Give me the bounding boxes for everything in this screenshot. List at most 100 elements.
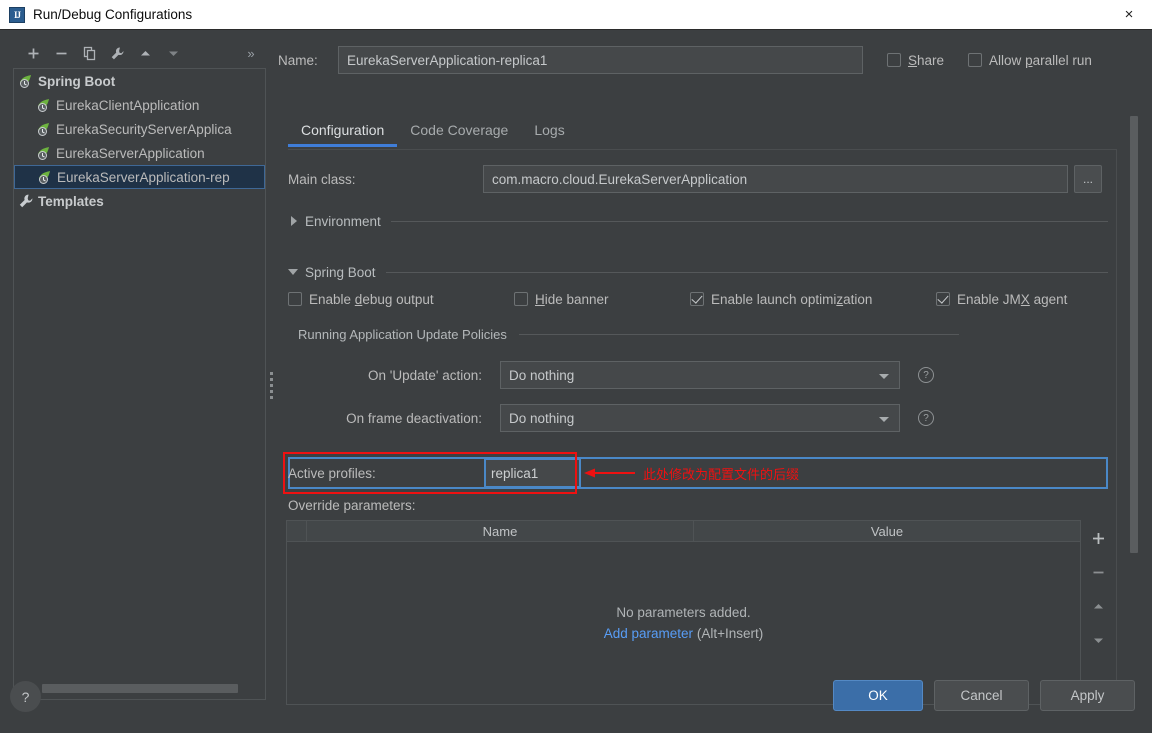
minus-icon[interactable] — [47, 40, 75, 66]
help-button[interactable]: ? — [10, 681, 41, 712]
tabs-divider — [288, 149, 1116, 150]
checkbox-box — [936, 292, 950, 306]
on-update-action-row: On 'Update' action: Do nothing ? — [298, 361, 1108, 389]
enable-launch-optimization-label: Enable launch optimization — [711, 292, 872, 307]
add-parameter-hint: (Alt+Insert) — [697, 626, 763, 641]
panel-splitter-handle[interactable] — [268, 360, 274, 410]
tree-group-spring-boot[interactable]: Spring Boot — [14, 69, 265, 93]
more-options-icon[interactable]: » — [240, 46, 262, 61]
tree-item-label: EurekaServerApplication-rep — [57, 170, 230, 185]
share-checkbox[interactable]: Share — [887, 53, 944, 68]
allow-parallel-run-checkbox[interactable]: Allow parallel run — [968, 53, 1092, 68]
close-icon[interactable]: × — [1106, 0, 1152, 29]
window-title-bar: IJ Run/Debug Configurations × — [0, 0, 1152, 29]
enable-debug-output-checkbox[interactable]: Enable debug output — [288, 292, 514, 307]
spring-boot-options-row: Enable debug output Hide banner Enable l… — [288, 288, 1116, 310]
add-parameter-link[interactable]: Add parameter — [604, 626, 693, 641]
cancel-button[interactable]: Cancel — [934, 680, 1029, 711]
table-gutter-column — [287, 521, 307, 541]
on-frame-deactivation-select[interactable]: Do nothing — [500, 404, 900, 432]
tree-item-eurekaserverapplication-replica1[interactable]: EurekaServerApplication-rep — [14, 165, 265, 189]
running-app-update-policies-label: Running Application Update Policies — [298, 327, 507, 342]
tree-item-eurekaserverapplication[interactable]: EurekaServerApplication — [14, 141, 265, 165]
chevron-down-icon — [879, 417, 889, 422]
copy-icon[interactable] — [75, 40, 103, 66]
spring-boot-section-label: Spring Boot — [305, 265, 376, 280]
on-update-action-select[interactable]: Do nothing — [500, 361, 900, 389]
intellij-idea-icon: IJ — [9, 7, 25, 23]
enable-launch-optimization-checkbox[interactable]: Enable launch optimization — [690, 292, 936, 307]
configurations-sidebar: » Spring Boot — [13, 38, 266, 703]
configurations-tree[interactable]: Spring Boot EurekaClientApplication — [13, 68, 266, 700]
spring-boot-section-header[interactable]: Spring Boot — [288, 263, 1108, 281]
tree-item-eurekaclientapplication[interactable]: EurekaClientApplication — [14, 93, 265, 117]
move-parameter-down-button[interactable] — [1085, 628, 1111, 652]
move-parameter-up-button[interactable] — [1085, 594, 1111, 618]
dialog-footer: ? OK Cancel Apply — [0, 675, 1152, 733]
main-class-row: Main class: ... — [288, 164, 1116, 194]
spring-boot-icon — [18, 73, 34, 89]
spring-boot-icon — [36, 121, 52, 137]
override-parameters-label: Override parameters: — [288, 498, 416, 513]
environment-section-header[interactable]: Environment — [288, 212, 1108, 230]
editor-tabs: Configuration Code Coverage Logs — [288, 118, 1116, 150]
wrench-icon[interactable] — [103, 40, 131, 66]
wrench-icon — [18, 193, 34, 209]
column-header-value[interactable]: Value — [694, 521, 1080, 541]
table-header-row: Name Value — [287, 521, 1080, 542]
main-class-input[interactable] — [483, 165, 1068, 193]
ok-button[interactable]: OK — [833, 680, 923, 711]
main-class-label: Main class: — [288, 172, 483, 187]
spring-boot-icon — [37, 169, 53, 185]
hide-banner-checkbox[interactable]: Hide banner — [514, 292, 690, 307]
tree-item-eurekasecurityserverapplication[interactable]: EurekaSecurityServerApplica — [14, 117, 265, 141]
sidebar-toolbar: » — [13, 38, 266, 68]
arrow-up-icon[interactable] — [131, 40, 159, 66]
empty-state-text: No parameters added. — [616, 605, 750, 620]
tab-configuration[interactable]: Configuration — [288, 118, 397, 147]
plus-icon[interactable] — [19, 40, 47, 66]
tab-code-coverage[interactable]: Code Coverage — [397, 118, 521, 147]
remove-parameter-button[interactable] — [1085, 560, 1111, 584]
tab-logs[interactable]: Logs — [521, 118, 577, 147]
tree-item-label: Spring Boot — [38, 74, 115, 89]
tree-item-label: EurekaClientApplication — [56, 98, 199, 113]
hide-banner-label: Hide banner — [535, 292, 609, 307]
add-parameter-button[interactable] — [1085, 526, 1111, 550]
spring-boot-icon — [36, 145, 52, 161]
on-frame-deactivation-value: Do nothing — [509, 411, 574, 426]
add-parameter-line: Add parameter (Alt+Insert) — [604, 626, 763, 641]
checkbox-box — [514, 292, 528, 306]
tree-item-label: EurekaServerApplication — [56, 146, 205, 161]
active-profiles-input[interactable] — [484, 458, 581, 488]
arrow-down-icon[interactable] — [159, 40, 187, 66]
share-label: Share — [908, 53, 944, 68]
name-label: Name: — [278, 53, 338, 68]
enable-debug-output-label: Enable debug output — [309, 292, 434, 307]
tree-group-templates[interactable]: Templates — [14, 189, 265, 213]
checkbox-box — [968, 53, 982, 67]
section-divider — [391, 221, 1108, 222]
chevron-down-icon — [288, 266, 300, 278]
section-divider — [386, 272, 1108, 273]
content-right-border — [1116, 149, 1117, 708]
chevron-right-icon — [288, 215, 300, 227]
editor-vertical-scrollbar-thumb[interactable] — [1130, 116, 1138, 553]
on-update-action-help-icon[interactable]: ? — [918, 367, 934, 383]
on-frame-deactivation-help-icon[interactable]: ? — [918, 410, 934, 426]
column-header-name[interactable]: Name — [307, 521, 694, 541]
tree-item-label: EurekaSecurityServerApplica — [56, 122, 232, 137]
name-input[interactable] — [338, 46, 863, 74]
apply-button[interactable]: Apply — [1040, 680, 1135, 711]
run-debug-configurations-dialog: » Spring Boot — [0, 29, 1152, 733]
table-side-toolbar — [1083, 520, 1113, 660]
running-app-update-policies-header: Running Application Update Policies — [298, 325, 1108, 343]
enable-jmx-agent-label: Enable JMX agent — [957, 292, 1067, 307]
on-update-action-label: On 'Update' action: — [298, 368, 500, 383]
main-class-browse-button[interactable]: ... — [1074, 165, 1102, 193]
active-profiles-row: Active profiles: — [288, 460, 1108, 486]
window-title: Run/Debug Configurations — [33, 7, 192, 22]
on-update-action-value: Do nothing — [509, 368, 574, 383]
checkbox-box — [288, 292, 302, 306]
enable-jmx-agent-checkbox[interactable]: Enable JMX agent — [936, 292, 1067, 307]
